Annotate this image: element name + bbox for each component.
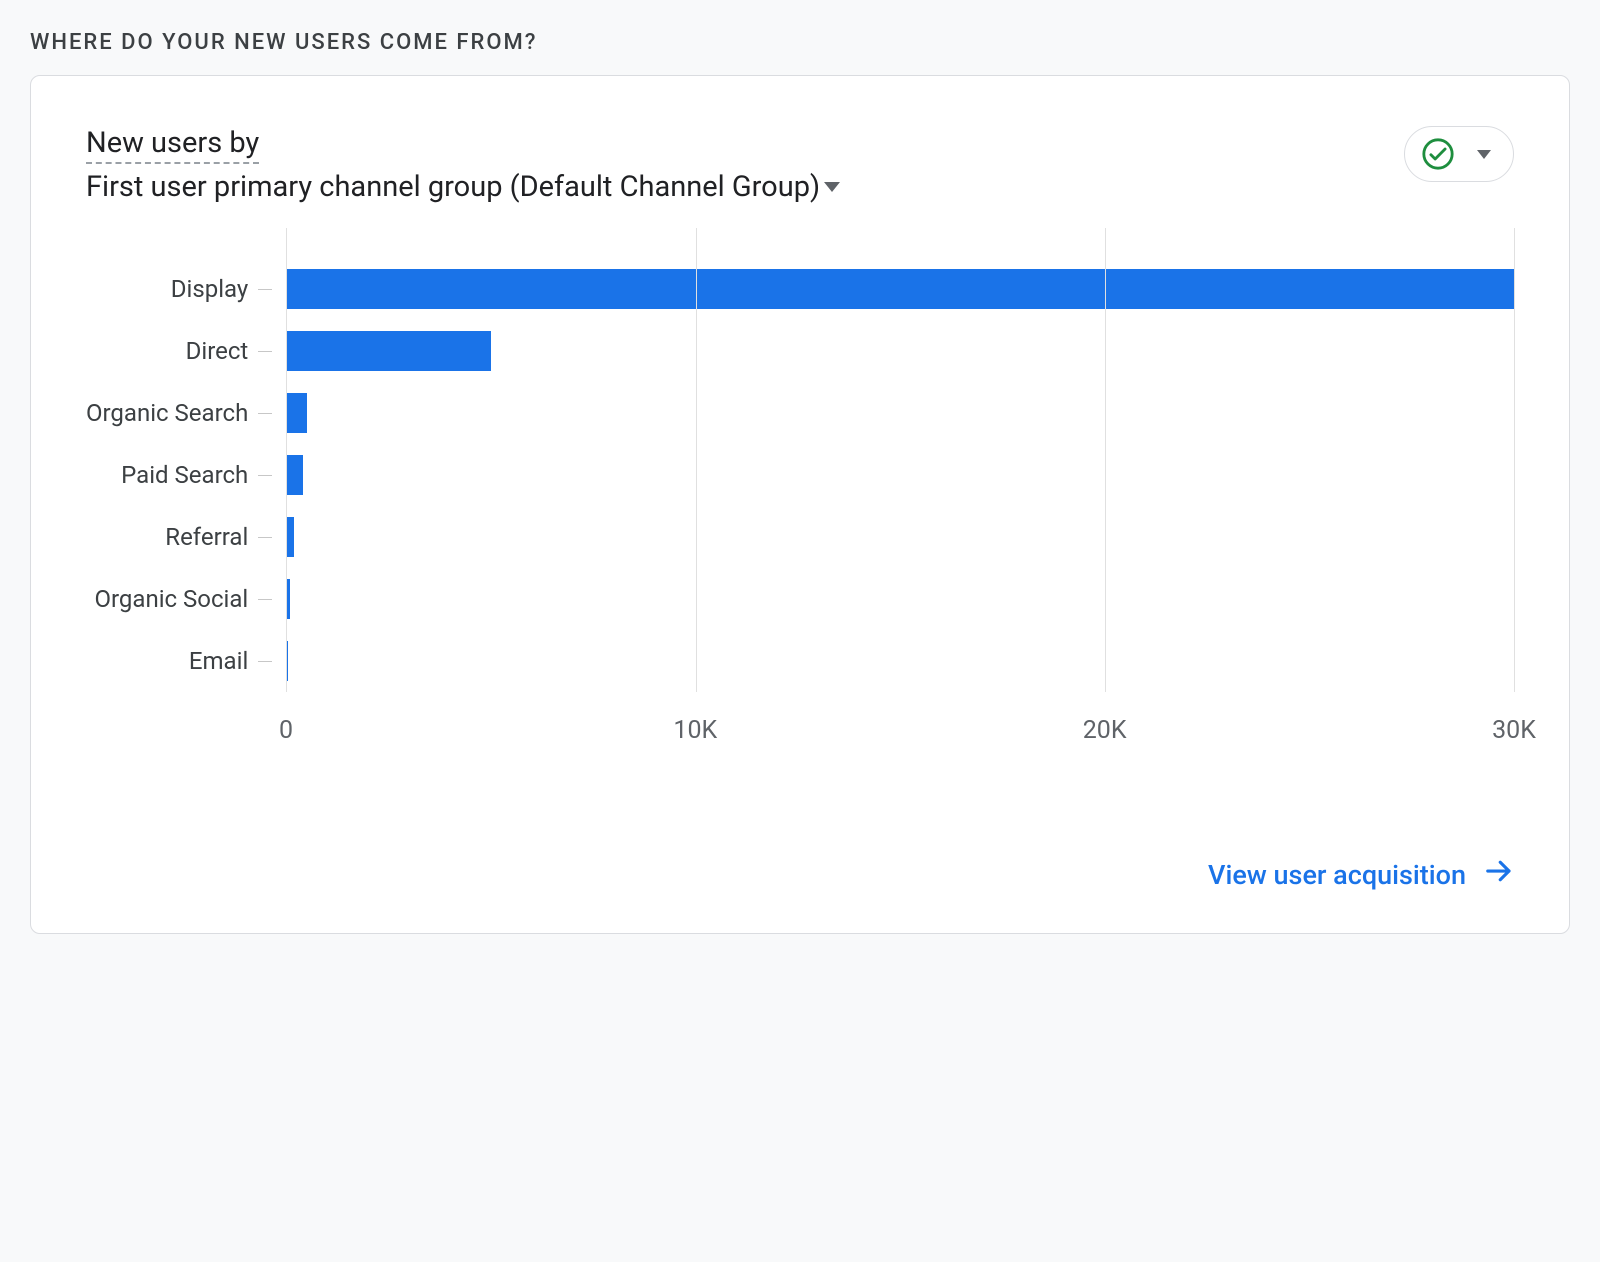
x-axis-tick-label: 20K xyxy=(1083,716,1127,745)
card-footer: View user acquisition xyxy=(86,856,1514,893)
arrow-right-icon xyxy=(1484,856,1514,893)
y-axis-label: Referral xyxy=(86,506,272,568)
y-axis-label: Organic Search xyxy=(86,382,272,444)
bars-container xyxy=(286,258,1514,692)
card-title-block: New users by First user primary channel … xyxy=(86,126,840,204)
dimension-selector[interactable]: First user primary channel group (Defaul… xyxy=(86,170,840,204)
card-header: New users by First user primary channel … xyxy=(86,126,1514,204)
bar xyxy=(286,393,306,433)
bar xyxy=(286,331,491,371)
bar-row xyxy=(286,568,1514,630)
x-axis: 010K20K30K xyxy=(86,716,1514,756)
bar-row xyxy=(286,258,1514,320)
bar xyxy=(286,517,294,557)
bar xyxy=(286,455,302,495)
y-axis-labels: DisplayDirectOrganic SearchPaid SearchRe… xyxy=(86,228,286,706)
gridline xyxy=(1105,228,1106,692)
plot-area xyxy=(286,228,1514,706)
chevron-down-icon xyxy=(824,182,840,192)
x-axis-tick-label: 30K xyxy=(1492,716,1536,745)
y-axis-label: Organic Social xyxy=(86,568,272,630)
section-heading: WHERE DO YOUR NEW USERS COME FROM? xyxy=(30,30,1570,55)
chevron-down-icon xyxy=(1477,150,1491,159)
y-axis-label: Paid Search xyxy=(86,444,272,506)
x-axis-tick-label: 0 xyxy=(279,716,293,745)
bar-row xyxy=(286,444,1514,506)
status-dropdown-button[interactable] xyxy=(1404,126,1514,182)
bar-row xyxy=(286,506,1514,568)
y-axis-label: Direct xyxy=(86,320,272,382)
gridline xyxy=(286,228,287,692)
y-axis-label: Email xyxy=(86,630,272,692)
view-user-acquisition-link[interactable]: View user acquisition xyxy=(1208,856,1514,893)
bar-row xyxy=(286,630,1514,692)
gridline xyxy=(1514,228,1515,692)
y-axis-label: Display xyxy=(86,258,272,320)
x-axis-spacer xyxy=(86,716,286,756)
x-axis-ticks: 010K20K30K xyxy=(286,716,1514,756)
x-axis-tick-label: 10K xyxy=(673,716,717,745)
metric-label[interactable]: New users by xyxy=(86,126,259,164)
bar-chart: DisplayDirectOrganic SearchPaid SearchRe… xyxy=(86,228,1514,706)
link-label: View user acquisition xyxy=(1208,859,1466,891)
bar-row xyxy=(286,382,1514,444)
dimension-label: First user primary channel group (Defaul… xyxy=(86,170,820,204)
gridline xyxy=(696,228,697,692)
bar-row xyxy=(286,320,1514,382)
bar xyxy=(286,269,1514,309)
user-acquisition-card: New users by First user primary channel … xyxy=(30,75,1570,934)
check-circle-icon xyxy=(1421,137,1455,171)
